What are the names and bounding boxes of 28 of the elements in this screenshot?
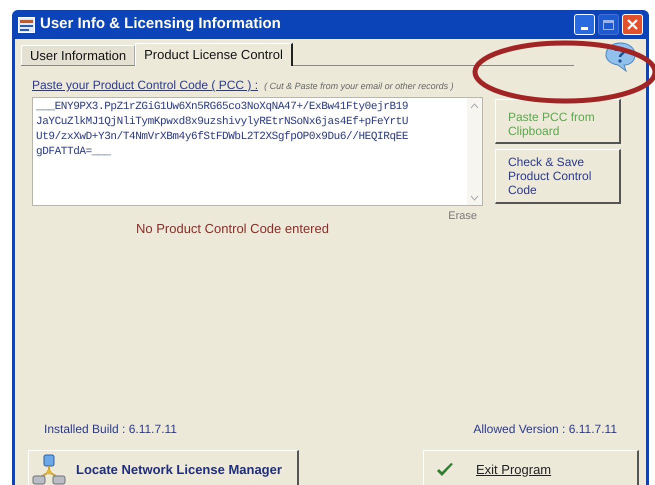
pcc-code-line: ___ENY9PX3.PpZ1rZGiG1Uw6Xn5RG65co3NoXqNA47+/ExBw41Fty0ejrB19 [36, 100, 410, 115]
minimize-button[interactable] [574, 14, 595, 35]
close-icon [627, 19, 638, 30]
network-icon [32, 454, 66, 485]
tab[interactable]: User Information [21, 45, 136, 65]
scrollbar[interactable] [467, 98, 482, 205]
pcc-hint: ( Cut & Paste from your email or other records ) [264, 80, 454, 93]
allowed-version-label: Allowed Version : 6.11.7.11 [473, 421, 617, 438]
pcc-code-line: JaYCuZlkMJ1QjNliTymKpwxd8x9uzshivylyREtrNSoNx6jas4Ef+pFeYrtU [36, 115, 410, 130]
pcc-code-line: gDFATTdA=___ [36, 145, 112, 160]
status-message: No Product Control Code entered [136, 220, 329, 238]
checkmark-icon [436, 462, 454, 478]
close-button[interactable] [622, 14, 643, 35]
maximize-button[interactable] [598, 14, 619, 35]
maximize-icon [603, 20, 614, 30]
pcc-text-area[interactable]: ___ENY9PX3.PpZ1rZGiG1Uw6Xn5RG65co3NoXqNA47+/ExBw41Fty0ejrB19 JaYCuZlkMJ1QjNliTymKpwxd8x9uzshivylyREtrNSoNx6jas4Ef+pFeYrtU Ut9/zxXwD+Y3n/T4NmVrXBm4y6fStFDWbL2T2XSgfpOP0x9Du6//HEQIRqEE gDFATTdA=___ [32, 97, 483, 206]
app-icon [18, 16, 35, 32]
installed-build-label: Installed Build : 6.11.7.11 [44, 421, 177, 438]
erase-link[interactable]: Erase [448, 208, 477, 224]
pcc-code-line: Ut9/zxXwD+Y3n/T4NmVrXBm4y6fStFDWbL2T2XSgfpOP0x9Du6//HEQIRqEE [36, 130, 410, 145]
tab[interactable]: Product License Control [135, 43, 293, 66]
minimize-icon [581, 27, 588, 30]
exit-button[interactable]: Exit Program [423, 450, 639, 485]
locate-manager-button[interactable]: Locate Network License Manager [28, 450, 299, 485]
window-title: User Info & Licensing Information [40, 14, 281, 34]
help-icon[interactable] [604, 41, 636, 73]
side-button[interactable]: Check & Save Product Control Code [495, 149, 621, 204]
pcc-label-link[interactable]: Paste your Product Control Code ( PCC ) : [32, 76, 258, 94]
